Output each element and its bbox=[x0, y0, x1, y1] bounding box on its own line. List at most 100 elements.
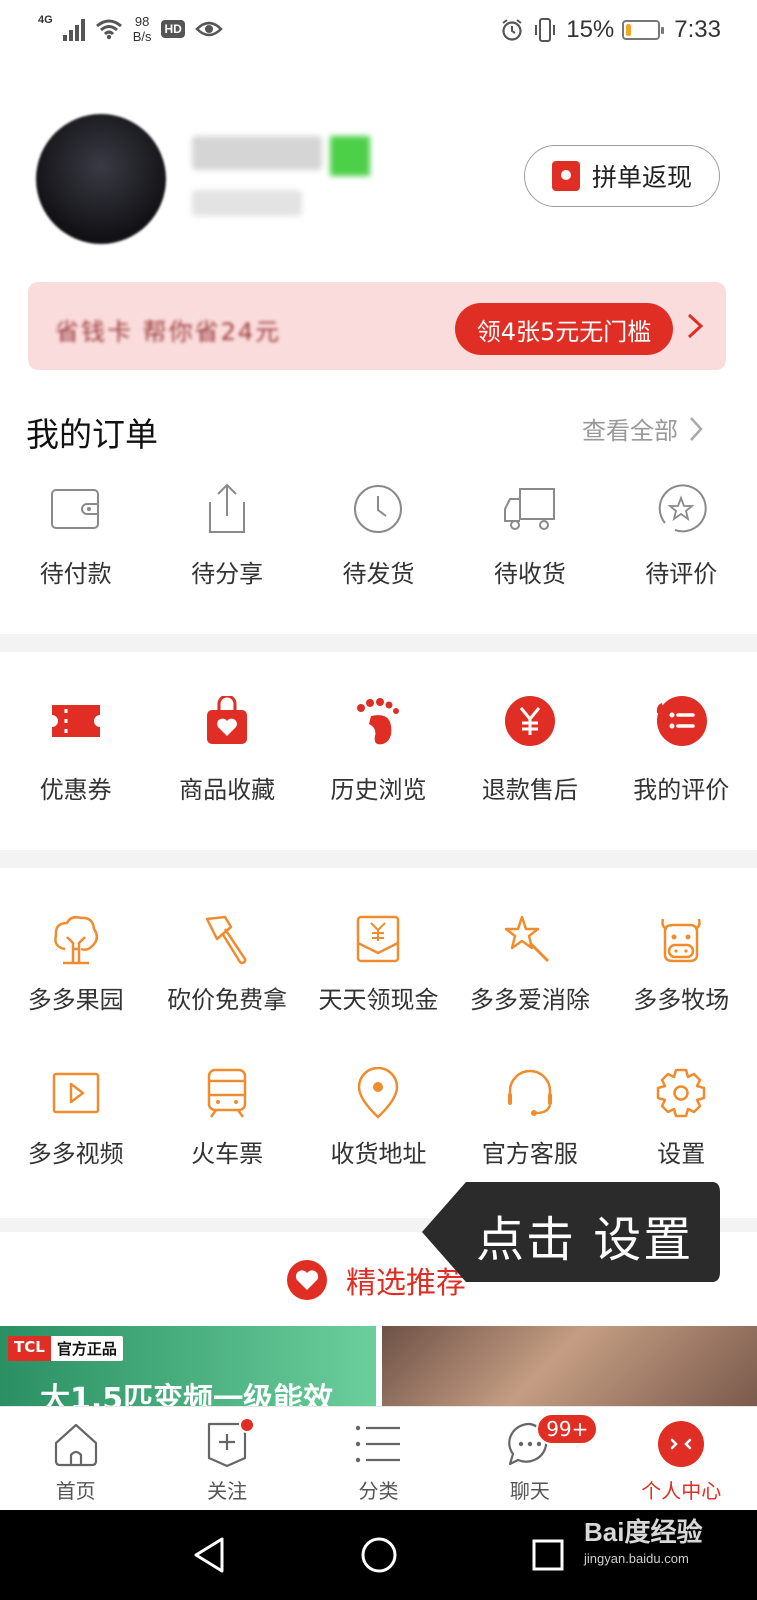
service-settings[interactable]: 设置 bbox=[606, 1062, 757, 1169]
tab-chat[interactable]: 99+ 聊天 bbox=[454, 1407, 605, 1510]
service-match-game[interactable]: 多多爱消除 bbox=[454, 908, 605, 1015]
shortcut-history[interactable]: 历史浏览 bbox=[303, 690, 454, 805]
network-type: 4G bbox=[38, 14, 53, 26]
order-pending-receipt[interactable]: 待收货 bbox=[454, 478, 605, 589]
order-pending-review[interactable]: 待评价 bbox=[606, 478, 757, 589]
username-blurred bbox=[192, 136, 322, 170]
claim-coupon-button[interactable]: 领4张5元无门槛 bbox=[455, 303, 673, 355]
order-item-label: 待付款 bbox=[39, 560, 112, 588]
net-speed-value: 98 bbox=[134, 14, 150, 29]
chat-unread-badge: 99+ bbox=[536, 1413, 599, 1445]
cow-icon bbox=[661, 918, 702, 963]
shortcut-label: 优惠券 bbox=[39, 776, 112, 804]
red-envelope-icon bbox=[551, 161, 580, 191]
footprint-icon bbox=[357, 698, 400, 745]
screen: { "status_bar": { "network": "4G", "spee… bbox=[0, 0, 757, 1600]
my-review-icon bbox=[657, 696, 708, 746]
hd-icon: HD bbox=[161, 20, 185, 38]
home-icon bbox=[54, 1423, 97, 1467]
tab-profile[interactable]: 个人中心 bbox=[606, 1407, 757, 1510]
status-bar: 4G 98 B/s HD 15% 7:33 bbox=[0, 0, 757, 64]
orders-title: 我的订单 bbox=[26, 415, 158, 454]
back-icon[interactable] bbox=[192, 1536, 226, 1574]
pin-cashback-button[interactable]: 拼单返现 bbox=[524, 145, 720, 207]
refund-icon bbox=[504, 696, 555, 746]
tab-home[interactable]: 首页 bbox=[0, 1407, 151, 1510]
view-all-orders-link[interactable]: 查看全部 bbox=[582, 411, 704, 446]
service-train-tickets[interactable]: 火车票 bbox=[151, 1062, 302, 1169]
follow-notification-dot bbox=[239, 1417, 256, 1433]
shortcut-refund[interactable]: 退款售后 bbox=[454, 690, 605, 805]
section-divider bbox=[0, 634, 757, 652]
order-item-label: 待分享 bbox=[191, 560, 264, 588]
shortcut-favorites[interactable]: 商品收藏 bbox=[151, 690, 302, 805]
tab-label: 关注 bbox=[207, 1479, 248, 1503]
service-label: 多多视频 bbox=[27, 1140, 124, 1168]
service-customer-support[interactable]: 官方客服 bbox=[454, 1062, 605, 1169]
avatar[interactable] bbox=[36, 114, 166, 244]
order-pending-payment[interactable]: 待付款 bbox=[0, 478, 151, 589]
services-row-1: 多多果园 砍价免费拿 天天领现金 多多爱消除 多多牧场 bbox=[0, 908, 757, 1015]
tooltip-text: 点击 设置 bbox=[476, 1212, 694, 1268]
product-headline: 大1.5匹变频一级能效 bbox=[40, 1382, 334, 1406]
watermark-url: jingyan.baidu.com bbox=[584, 1551, 689, 1566]
shortcut-label: 我的评价 bbox=[633, 776, 730, 804]
service-daily-cash[interactable]: 天天领现金 bbox=[303, 908, 454, 1015]
product-card-tcl[interactable]: TCL 官方正品 大1.5匹变频一级能效 bbox=[0, 1326, 376, 1406]
service-label: 多多牧场 bbox=[633, 986, 730, 1014]
star-wand-icon bbox=[504, 915, 549, 963]
tab-label: 聊天 bbox=[509, 1479, 550, 1503]
claim-coupon-label: 领4张5元无门槛 bbox=[476, 317, 652, 346]
video-icon bbox=[52, 1072, 99, 1114]
service-video[interactable]: 多多视频 bbox=[0, 1062, 151, 1169]
net-speed-unit: B/s bbox=[132, 29, 152, 44]
service-label: 官方客服 bbox=[481, 1140, 578, 1168]
vibrate-icon bbox=[535, 18, 556, 42]
service-ranch[interactable]: 多多牧场 bbox=[606, 908, 757, 1015]
wifi-icon bbox=[95, 19, 122, 40]
wallet-icon bbox=[50, 489, 99, 529]
shortcut-coupons[interactable]: 优惠券 bbox=[0, 690, 151, 805]
order-item-label: 待收货 bbox=[493, 560, 566, 588]
service-address[interactable]: 收货地址 bbox=[303, 1062, 454, 1169]
user-subtitle-blurred bbox=[192, 190, 302, 216]
services-row-2: 多多视频 火车票 收货地址 官方客服 设置 bbox=[0, 1062, 757, 1169]
recents-icon[interactable] bbox=[531, 1538, 565, 1572]
service-label: 多多果园 bbox=[27, 986, 124, 1014]
favorite-bag-icon bbox=[207, 696, 248, 744]
order-pending-share[interactable]: 待分享 bbox=[151, 478, 302, 589]
order-pending-shipment[interactable]: 待发货 bbox=[303, 478, 454, 589]
view-all-label: 查看全部 bbox=[582, 417, 678, 445]
service-bargain[interactable]: 砍价免费拿 bbox=[151, 908, 302, 1015]
service-orchard[interactable]: 多多果园 bbox=[0, 908, 151, 1015]
tab-category[interactable]: 分类 bbox=[303, 1407, 454, 1510]
home-nav-icon[interactable] bbox=[360, 1536, 398, 1574]
category-icon bbox=[356, 1425, 401, 1463]
shortcut-label: 退款售后 bbox=[481, 776, 578, 804]
gear-icon bbox=[657, 1068, 706, 1118]
signal-icon bbox=[62, 17, 85, 41]
shortcut-my-reviews[interactable]: 我的评价 bbox=[606, 690, 757, 805]
clock-icon bbox=[354, 485, 403, 533]
section-divider bbox=[0, 850, 757, 868]
watermark-brand: Bai度经验 bbox=[584, 1517, 703, 1547]
truck-icon bbox=[503, 488, 555, 530]
service-label: 天天领现金 bbox=[318, 986, 439, 1014]
battery-icon bbox=[622, 20, 665, 40]
service-label: 多多爱消除 bbox=[469, 986, 590, 1014]
star-review-icon bbox=[659, 484, 707, 533]
alarm-icon bbox=[502, 19, 522, 41]
product-card-image[interactable] bbox=[382, 1326, 757, 1406]
tab-follow[interactable]: 关注 bbox=[151, 1407, 302, 1510]
tab-label: 分类 bbox=[358, 1479, 399, 1503]
service-label: 火车票 bbox=[191, 1140, 264, 1168]
order-item-label: 待发货 bbox=[342, 560, 415, 588]
service-label: 砍价免费拿 bbox=[167, 986, 288, 1014]
service-label: 收货地址 bbox=[330, 1140, 427, 1168]
eye-icon bbox=[195, 21, 223, 37]
tab-label: 个人中心 bbox=[641, 1479, 722, 1503]
official-label: 官方正品 bbox=[56, 1340, 117, 1358]
cash-envelope-icon bbox=[357, 915, 400, 963]
service-label: 设置 bbox=[657, 1140, 706, 1168]
order-item-label: 待评价 bbox=[645, 560, 718, 588]
